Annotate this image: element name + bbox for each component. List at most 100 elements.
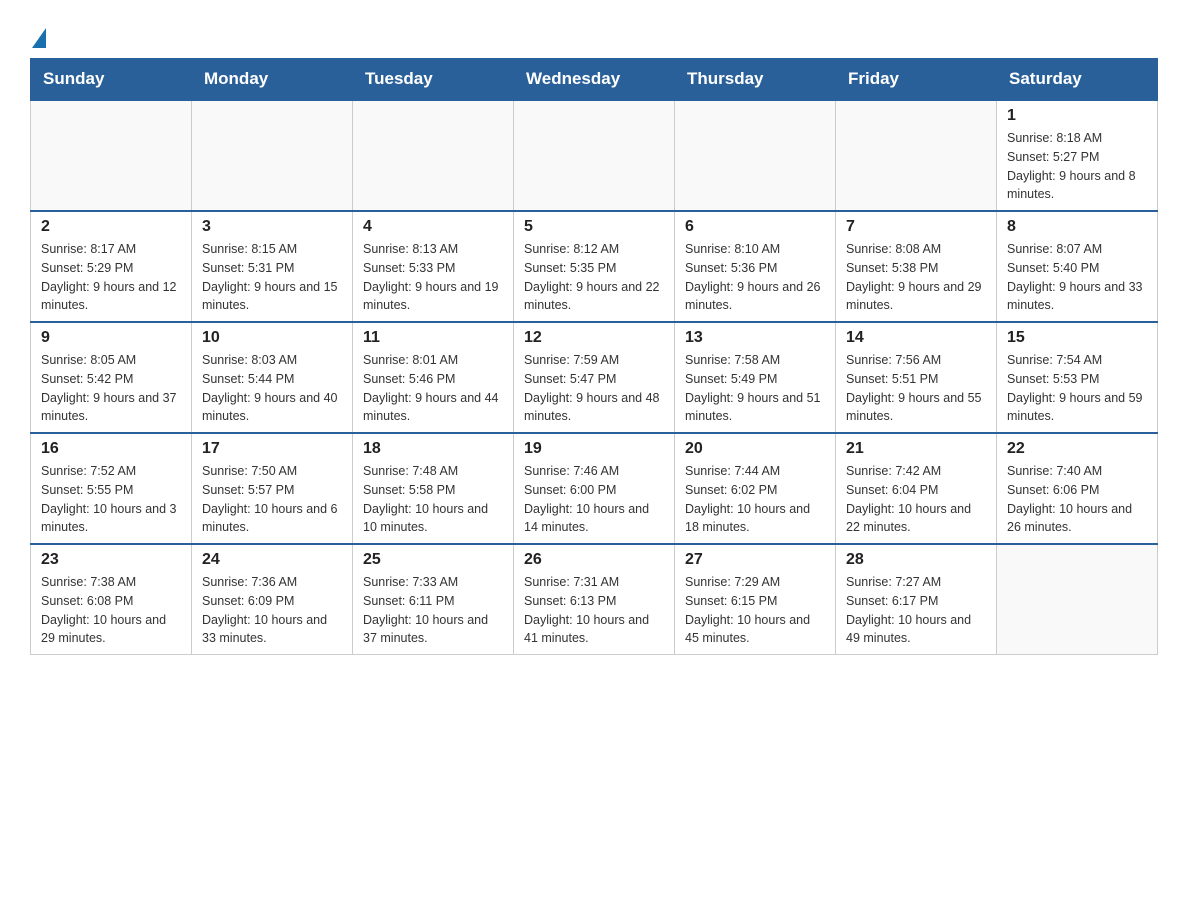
day-number: 15 [1007,329,1147,347]
calendar-day-cell: 16Sunrise: 7:52 AMSunset: 5:55 PMDayligh… [31,433,192,544]
calendar-day-cell: 24 Sunrise: 7:36 AMSunset: 6:09 PMDayligh… [192,544,353,655]
column-header-sunday: Sunday [31,59,192,101]
day-number: 13 [685,329,825,347]
day-info: Sunrise: 8:13 AMSunset: 5:33 PMDaylight:… [363,240,503,315]
day-number: 23 [41,551,181,569]
day-number: 21 [846,440,986,458]
day-info: Sunrise: 8:17 AMSunset: 5:29 PMDaylight:… [41,240,181,315]
column-header-friday: Friday [836,59,997,101]
column-header-thursday: Thursday [675,59,836,101]
day-number: 2 [41,218,181,236]
day-number: 6 [685,218,825,236]
calendar-day-cell: 14 Sunrise: 7:56 AMSunset: 5:51 PMDayligh… [836,322,997,433]
day-info: Sunrise: 7:31 AMSunset: 6:13 PMDaylight:… [524,573,664,648]
calendar-day-cell [836,100,997,211]
calendar-day-cell: 12 Sunrise: 7:59 AMSunset: 5:47 PMDayligh… [514,322,675,433]
day-info: Sunrise: 7:50 AMSunset: 5:57 PMDaylight:… [202,462,342,537]
calendar-day-cell: 9 Sunrise: 8:05 AMSunset: 5:42 PMDaylight… [31,322,192,433]
day-info: Sunrise: 7:52 AMSunset: 5:55 PMDaylight:… [41,462,181,537]
calendar-day-cell: 5 Sunrise: 8:12 AMSunset: 5:35 PMDaylight… [514,211,675,322]
column-header-saturday: Saturday [997,59,1158,101]
column-header-monday: Monday [192,59,353,101]
calendar-day-cell: 17 Sunrise: 7:50 AMSunset: 5:57 PMDayligh… [192,433,353,544]
day-number: 10 [202,329,342,347]
calendar-day-cell: 4 Sunrise: 8:13 AMSunset: 5:33 PMDaylight… [353,211,514,322]
calendar-day-cell: 23 Sunrise: 7:38 AMSunset: 6:08 PMDayligh… [31,544,192,655]
page-header [30,20,1158,48]
calendar-day-cell [997,544,1158,655]
day-number: 9 [41,329,181,347]
day-info: Sunrise: 7:46 AMSunset: 6:00 PMDaylight:… [524,462,664,537]
calendar-day-cell [514,100,675,211]
day-number: 28 [846,551,986,569]
day-number: 27 [685,551,825,569]
calendar-day-cell: 15 Sunrise: 7:54 AMSunset: 5:53 PMDayligh… [997,322,1158,433]
calendar-day-cell: 22 Sunrise: 7:40 AMSunset: 6:06 PMDayligh… [997,433,1158,544]
day-number: 19 [524,440,664,458]
day-number: 14 [846,329,986,347]
day-number: 4 [363,218,503,236]
day-number: 22 [1007,440,1147,458]
logo [30,20,46,48]
day-info: Sunrise: 7:27 AMSunset: 6:17 PMDaylight:… [846,573,986,648]
day-number: 25 [363,551,503,569]
calendar-table: SundayMondayTuesdayWednesdayThursdayFrid… [30,58,1158,655]
calendar-day-cell: 19 Sunrise: 7:46 AMSunset: 6:00 PMDayligh… [514,433,675,544]
calendar-day-cell: 21 Sunrise: 7:42 AMSunset: 6:04 PMDayligh… [836,433,997,544]
day-info: Sunrise: 7:58 AMSunset: 5:49 PMDaylight:… [685,351,825,426]
day-info: Sunrise: 7:59 AMSunset: 5:47 PMDaylight:… [524,351,664,426]
day-number: 24 [202,551,342,569]
day-info: Sunrise: 8:18 AMSunset: 5:27 PMDaylight:… [1007,129,1147,204]
day-info: Sunrise: 7:33 AMSunset: 6:11 PMDaylight:… [363,573,503,648]
calendar-day-cell: 26Sunrise: 7:31 AMSunset: 6:13 PMDayligh… [514,544,675,655]
calendar-day-cell [192,100,353,211]
day-number: 11 [363,329,503,347]
day-info: Sunrise: 8:01 AMSunset: 5:46 PMDaylight:… [363,351,503,426]
calendar-day-cell: 20Sunrise: 7:44 AMSunset: 6:02 PMDayligh… [675,433,836,544]
day-info: Sunrise: 8:07 AMSunset: 5:40 PMDaylight:… [1007,240,1147,315]
calendar-week-row: 9 Sunrise: 8:05 AMSunset: 5:42 PMDaylight… [31,322,1158,433]
day-info: Sunrise: 8:15 AMSunset: 5:31 PMDaylight:… [202,240,342,315]
logo-triangle-icon [32,28,46,48]
day-number: 12 [524,329,664,347]
day-info: Sunrise: 7:54 AMSunset: 5:53 PMDaylight:… [1007,351,1147,426]
calendar-day-cell: 8 Sunrise: 8:07 AMSunset: 5:40 PMDaylight… [997,211,1158,322]
calendar-day-cell [31,100,192,211]
calendar-day-cell: 10 Sunrise: 8:03 AMSunset: 5:44 PMDayligh… [192,322,353,433]
day-info: Sunrise: 7:38 AMSunset: 6:08 PMDaylight:… [41,573,181,648]
day-info: Sunrise: 8:03 AMSunset: 5:44 PMDaylight:… [202,351,342,426]
day-info: Sunrise: 7:56 AMSunset: 5:51 PMDaylight:… [846,351,986,426]
day-number: 1 [1007,107,1147,125]
calendar-day-cell: 2 Sunrise: 8:17 AMSunset: 5:29 PMDaylight… [31,211,192,322]
day-info: Sunrise: 7:48 AMSunset: 5:58 PMDaylight:… [363,462,503,537]
calendar-day-cell: 1 Sunrise: 8:18 AMSunset: 5:27 PMDaylight… [997,100,1158,211]
day-info: Sunrise: 7:44 AMSunset: 6:02 PMDaylight:… [685,462,825,537]
calendar-day-cell: 27 Sunrise: 7:29 AMSunset: 6:15 PMDayligh… [675,544,836,655]
day-info: Sunrise: 7:42 AMSunset: 6:04 PMDaylight:… [846,462,986,537]
day-info: Sunrise: 7:36 AMSunset: 6:09 PMDaylight:… [202,573,342,648]
calendar-day-cell: 6Sunrise: 8:10 AMSunset: 5:36 PMDaylight… [675,211,836,322]
calendar-week-row: 23 Sunrise: 7:38 AMSunset: 6:08 PMDayligh… [31,544,1158,655]
day-info: Sunrise: 7:40 AMSunset: 6:06 PMDaylight:… [1007,462,1147,537]
day-info: Sunrise: 8:05 AMSunset: 5:42 PMDaylight:… [41,351,181,426]
day-info: Sunrise: 7:29 AMSunset: 6:15 PMDaylight:… [685,573,825,648]
calendar-day-cell: 28 Sunrise: 7:27 AMSunset: 6:17 PMDayligh… [836,544,997,655]
day-number: 7 [846,218,986,236]
day-number: 5 [524,218,664,236]
column-header-wednesday: Wednesday [514,59,675,101]
calendar-day-cell: 11 Sunrise: 8:01 AMSunset: 5:46 PMDayligh… [353,322,514,433]
calendar-day-cell: 7 Sunrise: 8:08 AMSunset: 5:38 PMDaylight… [836,211,997,322]
day-number: 17 [202,440,342,458]
calendar-day-cell [675,100,836,211]
calendar-day-cell: 25 Sunrise: 7:33 AMSunset: 6:11 PMDayligh… [353,544,514,655]
day-number: 18 [363,440,503,458]
calendar-day-cell [353,100,514,211]
calendar-week-row: 1 Sunrise: 8:18 AMSunset: 5:27 PMDaylight… [31,100,1158,211]
column-header-tuesday: Tuesday [353,59,514,101]
day-info: Sunrise: 8:08 AMSunset: 5:38 PMDaylight:… [846,240,986,315]
calendar-day-cell: 3Sunrise: 8:15 AMSunset: 5:31 PMDaylight… [192,211,353,322]
calendar-week-row: 16Sunrise: 7:52 AMSunset: 5:55 PMDayligh… [31,433,1158,544]
day-number: 8 [1007,218,1147,236]
day-info: Sunrise: 8:12 AMSunset: 5:35 PMDaylight:… [524,240,664,315]
calendar-day-cell: 18 Sunrise: 7:48 AMSunset: 5:58 PMDayligh… [353,433,514,544]
